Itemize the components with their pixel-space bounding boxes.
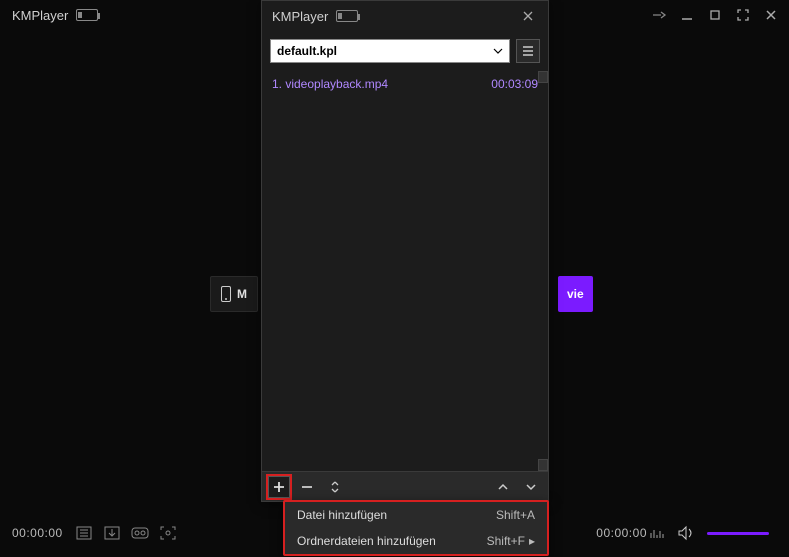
capture-button[interactable] <box>157 523 179 543</box>
playlist-combobox[interactable]: default.kpl <box>270 39 510 63</box>
time-total: 00:00:00 <box>596 526 647 540</box>
playlist-name: default.kpl <box>277 44 337 58</box>
move-down-button[interactable] <box>520 476 542 498</box>
sort-button[interactable] <box>324 476 346 498</box>
volume-slider[interactable] <box>707 532 769 535</box>
battery-icon <box>336 10 358 22</box>
dialog-titlebar: KMPlayer <box>262 1 548 31</box>
playlist-list[interactable]: 1. videoplayback.mp4 00:03:09 <box>262 71 548 471</box>
add-button[interactable] <box>268 476 290 498</box>
download-button[interactable] <box>101 523 123 543</box>
transport-bar: 00:00:00 00:00:00 <box>0 509 789 557</box>
equalizer-icon[interactable] <box>647 523 669 543</box>
maximize-button[interactable] <box>705 5 725 25</box>
connect-mobile-label: M <box>237 287 247 301</box>
vr-button[interactable] <box>129 523 151 543</box>
playlist-dialog: KMPlayer default.kpl 1. videoplayback.mp… <box>261 0 549 502</box>
chevron-down-icon <box>493 46 503 56</box>
scroll-up-button[interactable] <box>538 71 548 83</box>
playlist-item-duration: 00:03:09 <box>491 77 538 91</box>
time-elapsed: 00:00:00 <box>12 526 63 540</box>
connect-mobile-button[interactable]: M <box>210 276 258 312</box>
playlist-item-label: 1. videoplayback.mp4 <box>272 77 388 91</box>
left-controls <box>73 523 179 543</box>
move-up-button[interactable] <box>492 476 514 498</box>
fullscreen-button[interactable] <box>733 5 753 25</box>
scroll-down-button[interactable] <box>538 459 548 471</box>
playlist-menu-button[interactable] <box>516 39 540 63</box>
dialog-close-button[interactable] <box>518 6 538 26</box>
remove-button[interactable] <box>296 476 318 498</box>
minimize-button[interactable] <box>677 5 697 25</box>
phone-icon <box>221 286 231 302</box>
dialog-footer <box>262 471 548 501</box>
dialog-toolbar: default.kpl <box>262 31 548 71</box>
volume-button[interactable] <box>675 523 697 543</box>
dialog-title: KMPlayer <box>272 9 328 24</box>
close-button[interactable] <box>761 5 781 25</box>
battery-icon <box>76 9 98 21</box>
movie-label: vie <box>567 287 584 301</box>
pin-icon[interactable] <box>649 5 669 25</box>
right-controls <box>647 523 769 543</box>
app-title: KMPlayer <box>12 8 68 23</box>
playlist-toggle-button[interactable] <box>73 523 95 543</box>
playlist-item[interactable]: 1. videoplayback.mp4 00:03:09 <box>262 71 548 97</box>
movie-button[interactable]: vie <box>558 276 593 312</box>
